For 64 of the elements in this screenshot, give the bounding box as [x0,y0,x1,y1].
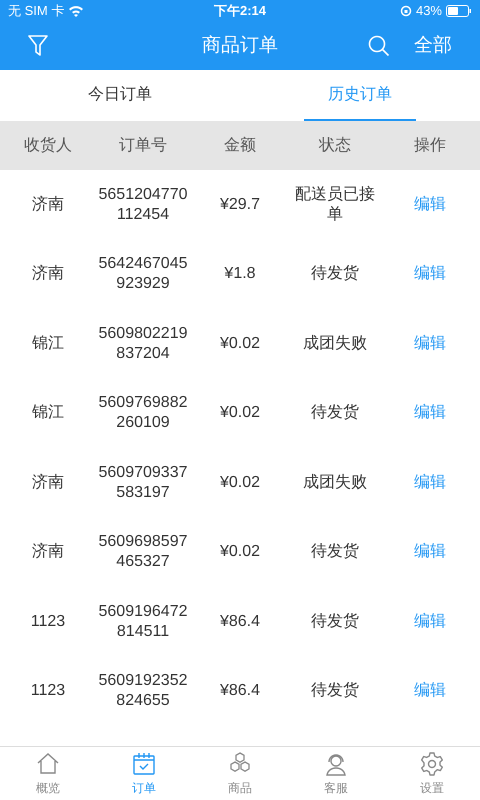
edit-link[interactable]: 编辑 [414,332,446,356]
order-tab[interactable]: 今日订单 [64,70,176,121]
amount-cell-text: ¥86.4 [220,612,260,632]
amount-cell-text: ¥0.02 [220,472,260,493]
rotation-lock-icon [400,5,412,17]
amount-cell-text: ¥0.02 [220,403,260,424]
edit-link[interactable]: 编辑 [414,679,446,704]
nav-tab[interactable]: 设置 [384,747,480,800]
nav-tab[interactable]: 商品 [192,747,288,800]
receiver-cell-text: 锦江 [32,403,64,424]
nav-tab[interactable]: 订单 [96,747,192,800]
calendar-check-icon [131,750,157,776]
house-icon [35,750,61,776]
status-cell-text: 成团失败 [302,472,368,493]
amount-cell-text: ¥1.8 [224,264,256,284]
column-header: 金额 [224,137,256,154]
battery-level: 43% [416,2,442,20]
receiver-cell-text: 济南 [32,194,64,215]
status-cell-text: 待发货 [310,681,360,702]
receiver-cell-text: 锦江 [32,334,64,354]
receiver-cell-text: 1123 [30,681,66,702]
filter-icon[interactable] [28,35,48,57]
nav-tab[interactable]: 概览 [0,747,96,800]
order-number-cell: 5642467045923929 [98,254,188,294]
edit-link[interactable]: 编辑 [414,610,446,634]
receiver-cell-text: 济南 [32,542,64,562]
search-icon[interactable] [368,35,390,57]
edit-link[interactable]: 编辑 [414,401,446,426]
order-number-cell: 5609769882260109 [98,393,188,434]
edit-link[interactable]: 编辑 [414,262,446,286]
status-cell-text: 待发货 [310,542,360,562]
amount-cell-text: ¥86.4 [220,681,260,702]
edit-link[interactable]: 编辑 [414,192,446,217]
column-header: 收货人 [24,137,72,154]
receiver-cell-text: 济南 [32,264,64,284]
edit-link[interactable]: 编辑 [414,540,446,564]
column-header: 状态 [319,137,351,154]
receiver-cell-text: 1123 [30,612,66,632]
status-cell-text: 待发货 [310,612,360,632]
order-number-cell: 5609709337583197 [98,462,188,503]
wifi-icon [68,5,84,17]
order-number-cell: 5609802219837204 [98,324,188,364]
status-cell-text: 待发货 [310,403,360,424]
status-cell-text: 待发货 [310,264,360,284]
edit-link[interactable]: 编辑 [414,470,446,495]
settings-icon [419,750,445,776]
order-number-cell: 5609196472814511 [98,602,188,642]
order-number-cell: 5651204770112454 [98,184,188,225]
order-number-cell: 5609192352824655 [98,671,188,712]
nav-tab[interactable]: 客服 [288,747,384,800]
carrier-label: 无 SIM 卡 [8,2,64,20]
battery-icon [446,5,472,17]
amount-cell-text: ¥0.02 [220,334,260,354]
status-cell-text: 配送员已接单 [294,184,376,225]
column-header: 订单号 [119,137,167,154]
all-filter-button[interactable]: 全部 [414,32,452,60]
column-header: 操作 [414,137,446,154]
receiver-cell-text: 济南 [32,472,64,493]
status-cell-text: 成团失败 [302,334,368,354]
amount-cell-text: ¥0.02 [220,542,260,562]
amount-cell-text: ¥29.7 [220,194,260,215]
order-number-cell: 5609698597465327 [98,532,188,572]
clock: 下午2:14 [214,2,266,20]
page-title: 商品订单 [202,34,278,58]
